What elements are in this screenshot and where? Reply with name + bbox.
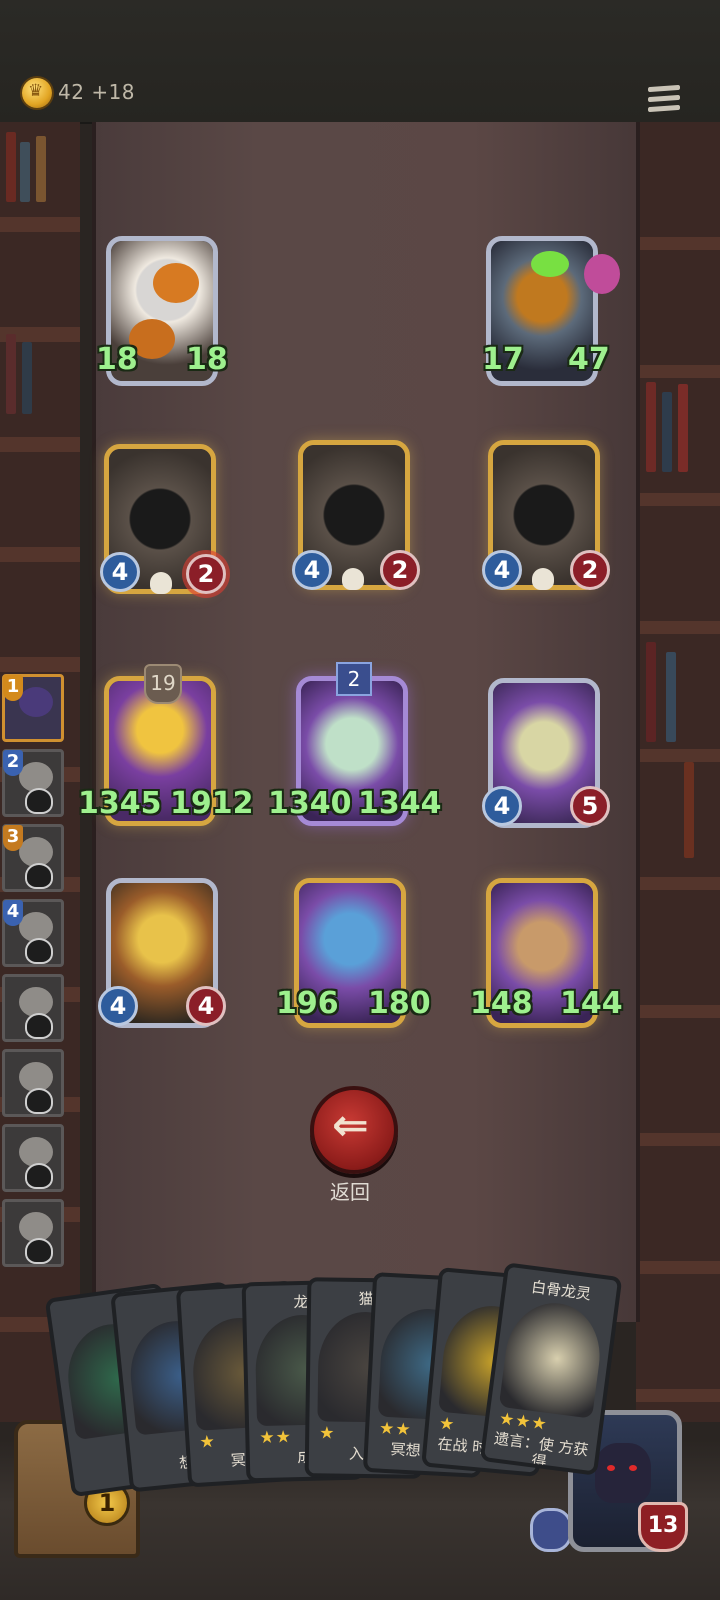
skull-icon <box>532 568 554 590</box>
pumpkin-attack: 18 <box>96 342 138 377</box>
gold-counter: 42 +18 <box>58 80 135 104</box>
reaper-2-health: 2 <box>380 550 420 590</box>
back-button-label: 返回 <box>330 1180 370 1204</box>
skull-icon <box>25 938 53 964</box>
back-button[interactable]: ⇐ <box>310 1086 398 1174</box>
reaper-1-attack: 4 <box>100 552 140 592</box>
queue-portrait <box>19 687 53 717</box>
unicorn-health: 1344 <box>358 786 442 821</box>
shield-icon[interactable] <box>530 1508 572 1552</box>
hand-card-stars: ★ <box>198 1431 217 1453</box>
pumpkin-boss-health: 47 <box>568 342 610 377</box>
hand-card-name: 白骨龙灵 <box>530 1277 593 1304</box>
reaper-3-attack: 4 <box>482 550 522 590</box>
hooded-bear-attack: 4 <box>482 786 522 826</box>
dwarf-king-attack: 148 <box>470 986 533 1021</box>
hand-card-art <box>498 1297 607 1419</box>
skull-icon <box>25 863 53 889</box>
menu-icon[interactable] <box>648 84 680 114</box>
queue-slot[interactable]: 3 <box>2 824 64 892</box>
elf-health: 180 <box>368 986 431 1021</box>
queue-slot[interactable]: 4 <box>2 899 64 967</box>
gold-income: +18 <box>91 80 136 104</box>
tier-badge: 2 <box>336 662 372 696</box>
skull-icon <box>25 788 53 814</box>
pumpkin-boss-attack: 17 <box>482 342 524 377</box>
queue-slot[interactable]: 1 <box>2 674 64 742</box>
hand-card-stars: ★★ <box>378 1418 413 1441</box>
hooded-bear-health: 5 <box>570 786 610 826</box>
skull-icon <box>150 572 172 594</box>
golden-knight-health: 4 <box>186 986 226 1026</box>
hero-health: 13 <box>638 1502 688 1552</box>
queue-number: 2 <box>3 750 23 776</box>
queue-slot[interactable] <box>2 974 64 1042</box>
queue-number: 4 <box>3 900 23 926</box>
queue-slot[interactable] <box>2 1124 64 1192</box>
reaper-3-health: 2 <box>570 550 610 590</box>
gold-coin-icon <box>22 78 52 108</box>
queue-slot[interactable]: 2 <box>2 749 64 817</box>
dwarf-king-health: 144 <box>560 986 623 1021</box>
gold-amount: 42 <box>58 80 85 104</box>
queue-number: 3 <box>3 825 23 851</box>
skull-icon <box>25 1088 53 1114</box>
top-bar: 42 +18 <box>0 0 720 124</box>
elf-attack: 196 <box>276 986 339 1021</box>
hand-card-stars: ★ <box>319 1423 336 1444</box>
reaper-1-health: 2 <box>186 554 226 594</box>
skull-icon <box>25 1013 53 1039</box>
skull-icon <box>342 568 364 590</box>
hand-card-stars: ★ <box>438 1413 457 1436</box>
unicorn-attack: 1340 <box>268 786 352 821</box>
reaper-2-attack: 4 <box>292 550 332 590</box>
blonde-mage-health: 1912 <box>170 786 254 821</box>
pumpkin-health: 18 <box>186 342 228 377</box>
queue-slot[interactable] <box>2 1049 64 1117</box>
golden-knight-attack: 4 <box>98 986 138 1026</box>
hand-card-stars: ★★ <box>259 1427 293 1449</box>
blonde-mage-attack: 1345 <box>78 786 162 821</box>
poison-icon <box>584 254 620 294</box>
back-arrow-icon: ⇐ <box>332 1100 369 1151</box>
level-badge: 19 <box>144 664 182 704</box>
right-bookshelf <box>636 122 720 1422</box>
queue-slot[interactable] <box>2 1199 64 1267</box>
skull-icon <box>25 1163 53 1189</box>
skull-icon <box>25 1238 53 1264</box>
queue-number: 1 <box>3 675 23 701</box>
